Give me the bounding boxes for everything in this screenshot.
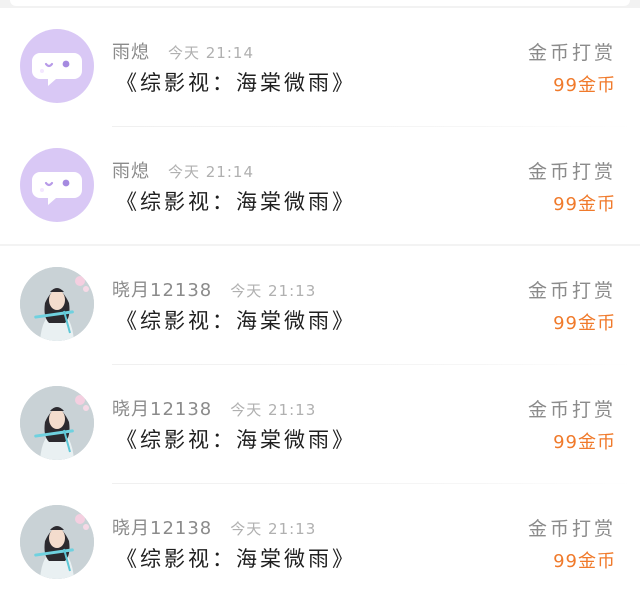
book-title[interactable]: 《综影视：海棠微雨》 [116,543,356,573]
user-name[interactable]: 晓月12138 [112,514,212,540]
timestamp: 今天 21:13 [230,282,317,300]
user-name[interactable]: 晓月12138 [112,395,212,421]
bot-face-icon [32,53,82,86]
reward-amount: 99金币 [553,194,616,215]
reward-list: 雨熄 今天 21:14 《综影视：海棠微雨》 金币打赏 99金币 雨熄 今天 2… [0,8,640,603]
reward-type: 金币打赏 [527,280,616,302]
avatar[interactable] [20,29,94,103]
portrait-avatar [20,267,94,341]
timestamp: 今天 21:13 [230,520,317,538]
book-title[interactable]: 《综影视：海棠微雨》 [116,67,356,97]
top-card-edge [0,0,640,8]
avatar[interactable] [20,505,94,579]
list-item[interactable]: 晓月12138 今天 21:13 《综影视：海棠微雨》 金币打赏 99金币 [0,484,640,603]
avatar[interactable] [20,148,94,222]
avatar[interactable] [20,267,94,341]
reward-amount: 99金币 [553,432,616,453]
reward-type: 金币打赏 [527,161,616,183]
reward-amount: 99金币 [553,313,616,334]
reward-amount: 99金币 [553,75,616,96]
timestamp: 今天 21:14 [168,44,254,62]
list-item[interactable]: 雨熄 今天 21:14 《综影视：海棠微雨》 金币打赏 99金币 [0,127,640,246]
timestamp: 今天 21:13 [230,401,317,419]
user-name[interactable]: 晓月12138 [112,276,212,302]
book-title[interactable]: 《综影视：海棠微雨》 [116,305,356,335]
user-name[interactable]: 雨熄 [112,38,150,64]
book-title[interactable]: 《综影视：海棠微雨》 [116,424,356,454]
list-item[interactable]: 晓月12138 今天 21:13 《综影视：海棠微雨》 金币打赏 99金币 [0,246,640,365]
list-item[interactable]: 晓月12138 今天 21:13 《综影视：海棠微雨》 金币打赏 99金币 [0,365,640,484]
reward-type: 金币打赏 [527,399,616,421]
user-name[interactable]: 雨熄 [112,157,150,183]
portrait-avatar [20,505,94,579]
bot-face-icon [32,172,82,205]
book-title[interactable]: 《综影视：海棠微雨》 [116,186,356,216]
avatar[interactable] [20,386,94,460]
reward-type: 金币打赏 [527,518,616,540]
list-item[interactable]: 雨熄 今天 21:14 《综影视：海棠微雨》 金币打赏 99金币 [0,8,640,127]
reward-type: 金币打赏 [527,42,616,64]
timestamp: 今天 21:14 [168,163,254,181]
reward-amount: 99金币 [553,551,616,572]
portrait-avatar [20,386,94,460]
